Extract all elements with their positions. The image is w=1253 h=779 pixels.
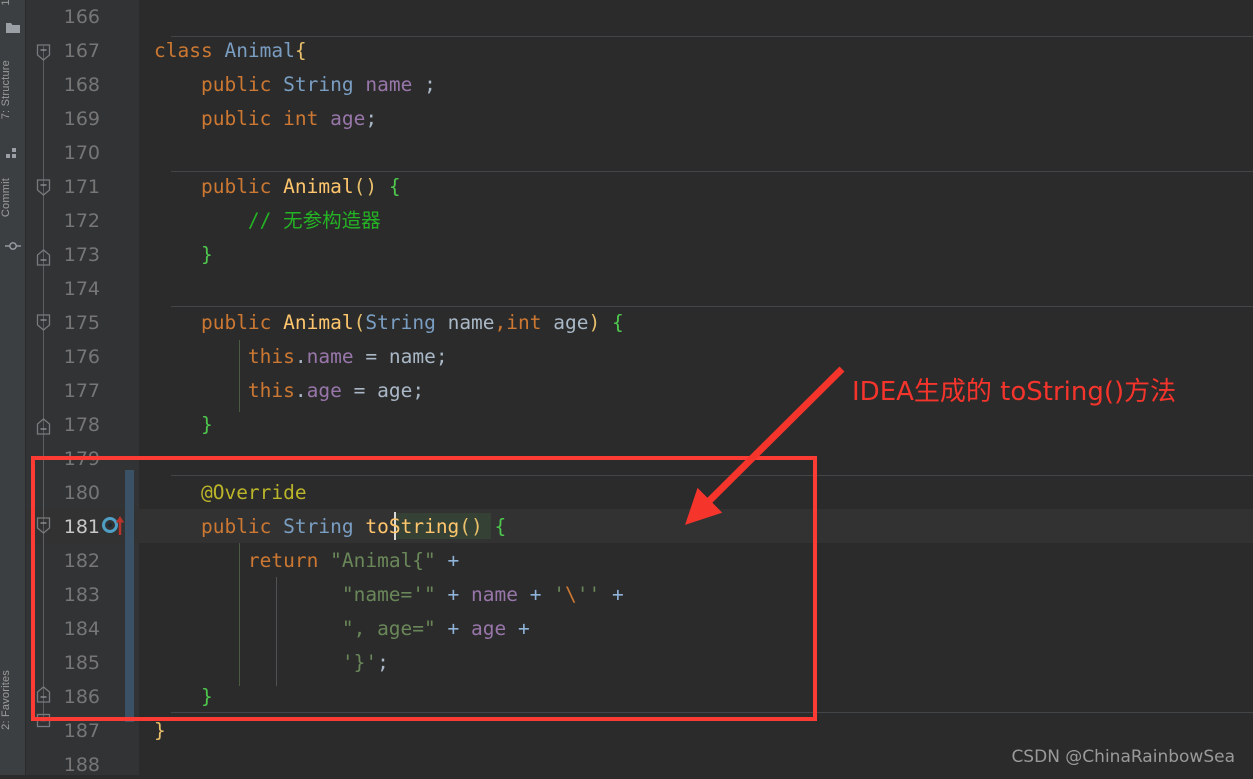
line-number: 174	[63, 278, 100, 300]
line-number: 179	[63, 448, 100, 470]
code-line[interactable]: 169 public int age;	[26, 102, 1253, 136]
line-number: 181	[63, 516, 100, 538]
sidebar-item-structure-label: 7: Structure	[0, 60, 12, 120]
folder-icon[interactable]	[5, 20, 21, 39]
code-line[interactable]: 166	[26, 0, 1253, 34]
line-content: }	[200, 685, 213, 708]
line-number: 176	[63, 346, 100, 368]
line-content: ", age=" + age +	[341, 617, 530, 640]
sidebar-item-favorites-label: 2: Favorites	[0, 670, 12, 730]
code-line[interactable]: 184 ", age=" + age +	[26, 612, 1253, 646]
code-line[interactable]: 179	[26, 442, 1253, 476]
line-number: 175	[63, 312, 100, 334]
line-number: 173	[63, 244, 100, 266]
sidebar-item-commit-label: Commit	[0, 178, 12, 218]
code-line[interactable]: 183 "name='" + name + '\'' +	[26, 578, 1253, 612]
line-number: 169	[63, 108, 100, 130]
commit-icon[interactable]	[5, 238, 21, 258]
code-line[interactable]: 171 public Animal() {	[26, 170, 1253, 204]
line-number: 166	[63, 6, 100, 28]
code-line[interactable]: 182 return "Animal{" +	[26, 544, 1253, 578]
code-line[interactable]: 175 public Animal(String name,int age) {	[26, 306, 1253, 340]
line-number: 171	[63, 176, 100, 198]
line-number: 184	[63, 618, 100, 640]
line-number: 186	[63, 686, 100, 708]
line-content: '}';	[341, 651, 389, 674]
line-content: this.name = name;	[247, 345, 448, 368]
line-number: 188	[63, 754, 100, 775]
code-line[interactable]: 185 '}';	[26, 646, 1253, 680]
line-content: public Animal(String name,int age) {	[200, 311, 624, 334]
sidebar-item-project-label: 1:	[0, 0, 12, 6]
line-content: public String name ;	[200, 73, 436, 96]
code-line[interactable]: 173 }	[26, 238, 1253, 272]
code-line[interactable]: 186 }	[26, 680, 1253, 714]
code-line[interactable]: 167 class Animal{	[26, 34, 1253, 68]
line-number: 183	[63, 584, 100, 606]
code-line[interactable]: 180 @Override	[26, 476, 1253, 510]
line-content: class Animal{	[154, 39, 307, 62]
line-content: "name='" + name + '\'' +	[341, 583, 624, 606]
line-number: 177	[63, 380, 100, 402]
sidebar-item-structure[interactable]: 7: Structure	[0, 60, 26, 122]
line-number: 180	[63, 482, 100, 504]
line-number: 172	[63, 210, 100, 232]
line-content: public int age;	[200, 107, 378, 130]
sidebar-item-commit[interactable]: Commit	[0, 178, 26, 220]
watermark: CSDN @ChinaRainbowSea	[1011, 747, 1235, 767]
code-line[interactable]: 174	[26, 272, 1253, 306]
line-content: // 无参构造器	[247, 209, 381, 232]
code-line[interactable]: 176 this.name = name;	[26, 340, 1253, 374]
sidebar-item-favorites[interactable]: 2: Favorites	[0, 670, 26, 733]
line-content: @Override	[200, 481, 307, 504]
line-number: 182	[63, 550, 100, 572]
line-number: 168	[63, 74, 100, 96]
line-number: 167	[63, 40, 100, 62]
line-content: }	[200, 413, 213, 436]
code-line[interactable]: 172 // 无参构造器	[26, 204, 1253, 238]
line-content: }	[154, 719, 166, 742]
structure-icon[interactable]	[6, 144, 20, 163]
code-line[interactable]: 178 }	[26, 408, 1253, 442]
line-content: return "Animal{" +	[247, 549, 460, 572]
line-content: this.age = age;	[247, 379, 425, 402]
line-content: public String toString() {	[200, 515, 507, 538]
line-content: }	[200, 243, 213, 266]
line-number: 170	[63, 142, 100, 164]
line-number: 185	[63, 652, 100, 674]
code-line[interactable]: 181 public String toString() {	[26, 510, 1253, 544]
tool-window-stripe: 1: 7: Structure Commit 2: Favorites	[0, 0, 26, 775]
code-line[interactable]: 168 public String name ;	[26, 68, 1253, 102]
line-number: 187	[63, 720, 100, 742]
line-content: public Animal() {	[200, 175, 401, 198]
code-line[interactable]: 170	[26, 136, 1253, 170]
line-number: 178	[63, 414, 100, 436]
annotation-label: IDEA生成的 toString()方法	[852, 377, 1177, 407]
sidebar-item-project[interactable]: 1:	[0, 0, 26, 9]
code-line[interactable]: 187 }	[26, 714, 1253, 748]
